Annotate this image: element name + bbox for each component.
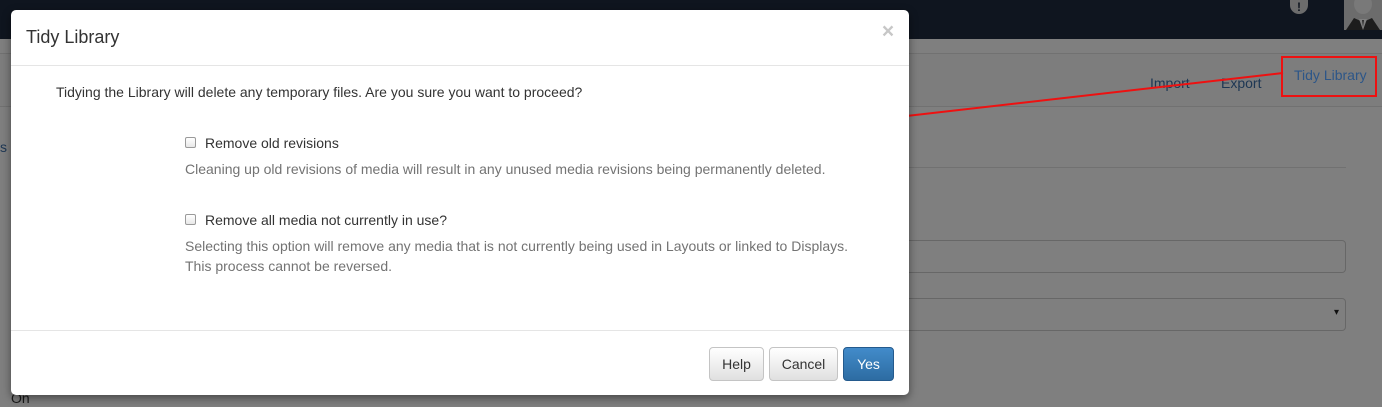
remove-old-revisions-label[interactable]: Remove old revisions [205, 134, 339, 152]
remove-unused-media-checkbox[interactable] [185, 214, 196, 225]
option-remove-unused-media: Remove all media not currently in use? S… [185, 211, 885, 276]
help-button[interactable]: Help [709, 347, 764, 381]
modal-footer: Help Cancel Yes [11, 330, 909, 395]
remove-old-revisions-checkbox[interactable] [185, 137, 196, 148]
modal-intro-text: Tidying the Library will delete any temp… [56, 84, 583, 100]
tidy-library-dialog: Tidy Library × Tidying the Library will … [11, 10, 909, 395]
remove-unused-media-label[interactable]: Remove all media not currently in use? [205, 211, 447, 229]
remove-unused-media-help-line-1: Selecting this option will remove any me… [185, 238, 849, 254]
cancel-button[interactable]: Cancel [769, 347, 838, 381]
option-remove-old-revisions: Remove old revisions Cleaning up old rev… [185, 134, 885, 179]
modal-header: Tidy Library × [11, 10, 909, 66]
modal-title: Tidy Library [26, 27, 120, 47]
yes-button[interactable]: Yes [843, 347, 894, 381]
remove-unused-media-help: Selecting this option will remove any me… [185, 236, 875, 276]
remove-old-revisions-help: Cleaning up old revisions of media will … [185, 161, 826, 177]
remove-unused-media-help-line-2: This process cannot be reversed. [185, 258, 392, 274]
tidy-library-link[interactable]: Tidy Library [1294, 66, 1367, 84]
close-icon[interactable]: × [880, 21, 896, 42]
